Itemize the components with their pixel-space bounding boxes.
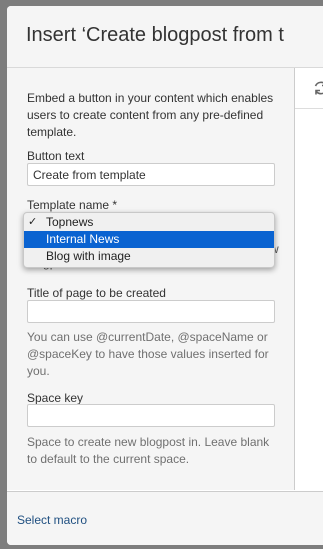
- dialog-header: Insert ‘Create blogpost from t: [7, 6, 323, 68]
- macro-preview-panel: [295, 68, 323, 490]
- insert-macro-dialog: Insert ‘Create blogpost from t Embed a b…: [7, 6, 323, 545]
- checkmark-icon: ✓: [28, 216, 38, 228]
- page-title-help: You can use @currentDate, @spaceName or …: [27, 330, 269, 378]
- select-macro-link[interactable]: Select macro: [17, 513, 87, 527]
- refresh-icon[interactable]: [313, 80, 323, 96]
- dropdown-option-label: Internal News: [46, 232, 120, 246]
- template-name-dropdown: ✓ Topnews Internal News Blog with image: [23, 212, 275, 268]
- dropdown-option-label: Blog with image: [46, 249, 131, 263]
- dialog-footer: Select macro: [7, 491, 323, 545]
- dropdown-option-label: Topnews: [46, 215, 94, 229]
- dropdown-option-blog-with-image[interactable]: Blog with image: [24, 248, 274, 265]
- template-name-label: Template name *: [27, 198, 118, 212]
- macro-description: Embed a button in your content which ena…: [27, 91, 274, 139]
- dropdown-option-topnews[interactable]: ✓ Topnews: [24, 214, 274, 231]
- preview-toolbar: [295, 68, 323, 109]
- button-text-input[interactable]: [27, 163, 275, 186]
- space-key-input[interactable]: [27, 404, 275, 427]
- page-title-label: Title of page to be created: [27, 286, 166, 300]
- space-key-label: Space key: [27, 391, 84, 405]
- macro-form-panel: Embed a button in your content which ena…: [7, 68, 295, 490]
- page-title-input[interactable]: [27, 300, 275, 323]
- dialog-title: Insert ‘Create blogpost from t: [26, 24, 284, 46]
- dropdown-option-internal-news[interactable]: Internal News: [24, 231, 274, 248]
- space-key-help: Space to create new blogpost in. Leave b…: [27, 435, 270, 466]
- button-text-label: Button text: [27, 149, 85, 163]
